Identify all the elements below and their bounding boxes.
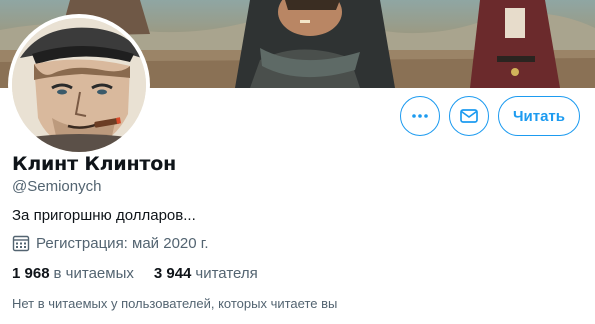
follow-button[interactable]: Читать xyxy=(498,96,580,136)
avatar[interactable] xyxy=(8,14,150,156)
mutual-followers-note: Нет в читаемых у пользователей, которых … xyxy=(12,296,338,311)
profile-bio: За пригоршню долларов... xyxy=(12,207,196,224)
profile-name: Клинт Клинтон xyxy=(12,153,176,175)
join-date: Регистрация: май 2020 г. xyxy=(12,234,209,252)
calendar-icon xyxy=(12,235,30,252)
envelope-icon xyxy=(460,109,478,123)
followers-link[interactable]: 3 944 читателя xyxy=(154,265,258,282)
followers-label: читателя xyxy=(195,265,258,282)
more-dots-icon xyxy=(412,114,428,118)
following-link[interactable]: 1 968 в читаемых xyxy=(12,265,134,282)
following-label: в читаемых xyxy=(53,265,134,282)
message-button[interactable] xyxy=(449,96,489,136)
avatar-image xyxy=(12,18,146,152)
join-date-label: Регистрация: май 2020 г. xyxy=(36,234,209,252)
following-count: 1 968 xyxy=(12,265,50,282)
more-options-button[interactable] xyxy=(400,96,440,136)
profile-handle: @Semionych xyxy=(12,178,102,195)
followers-count: 3 944 xyxy=(153,265,192,282)
profile-stats: 1 968 в читаемых 3 944 читателя xyxy=(12,265,278,282)
